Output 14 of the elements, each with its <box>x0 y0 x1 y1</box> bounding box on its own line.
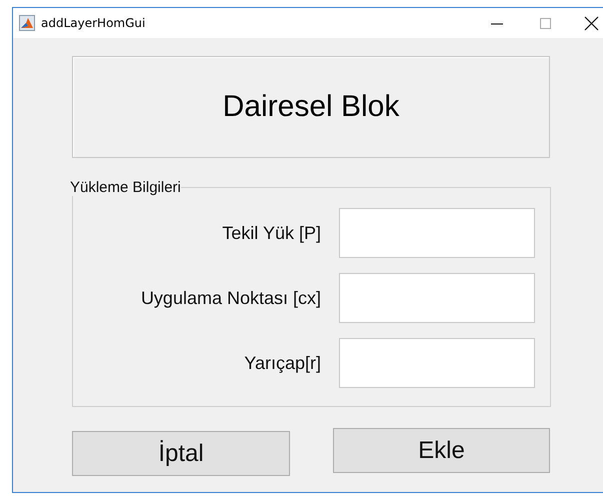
maximize-icon[interactable] <box>538 16 552 30</box>
input-field[interactable] <box>339 273 535 323</box>
window-title: addLayerHomGui <box>41 16 146 30</box>
input-field[interactable] <box>339 338 535 388</box>
close-icon[interactable] <box>584 16 598 30</box>
field-label: Tekil Yük [P] <box>221 222 321 244</box>
field-label: Uygulama Noktası [cx] <box>140 288 321 308</box>
heading-text: Dairesel Blok <box>222 90 400 124</box>
input-field[interactable] <box>339 208 535 258</box>
add-button[interactable]: Ekle <box>333 428 550 473</box>
app-icon <box>19 15 35 31</box>
group-title: Yükleme Bilgileri <box>70 179 181 196</box>
field-label: Yarıçap[r] <box>243 352 321 374</box>
cancel-button[interactable]: İptal <box>72 431 290 476</box>
